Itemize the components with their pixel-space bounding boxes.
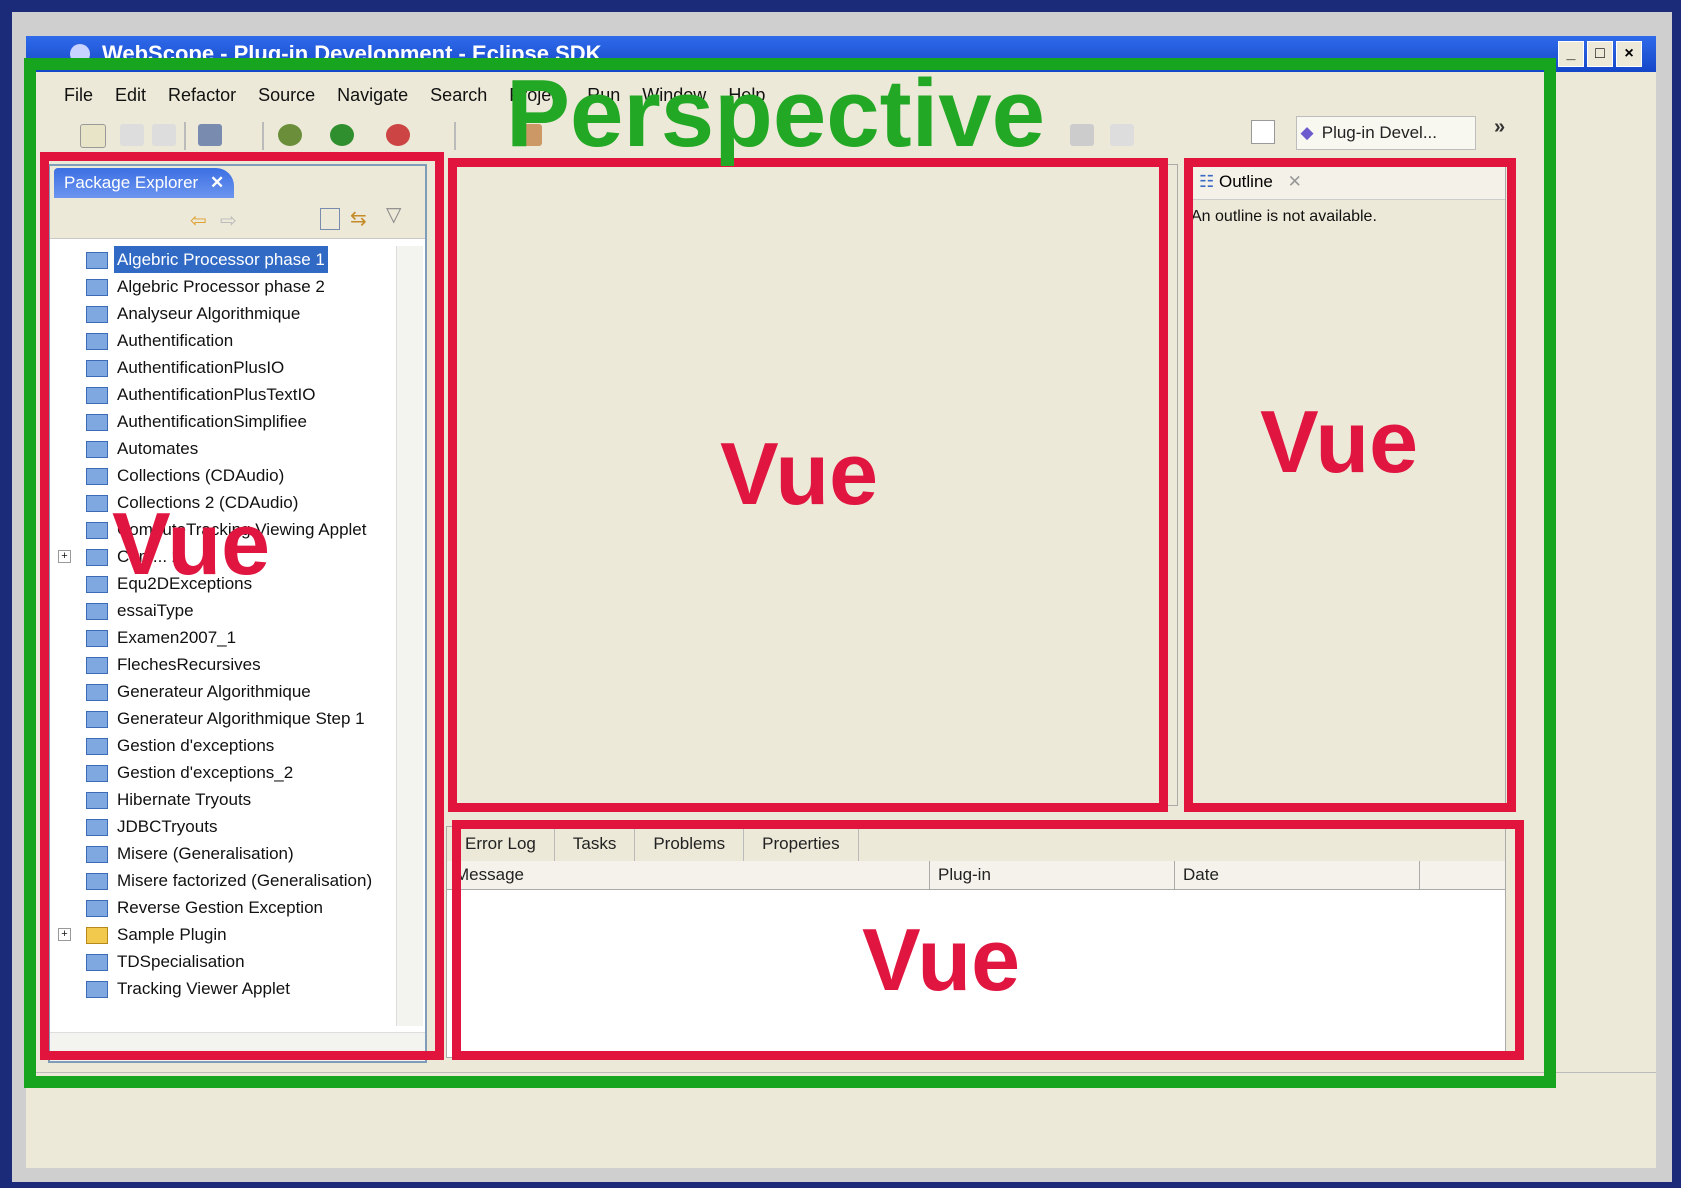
close-button[interactable]: × [1616, 41, 1642, 67]
view-label-left: Vue [112, 494, 271, 593]
perspective-label: Perspective [506, 60, 1046, 167]
view-label-bottom: Vue [862, 910, 1021, 1009]
view-box-left [40, 152, 444, 1060]
view-label-outline: Vue [1260, 392, 1419, 491]
view-label-editor: Vue [720, 424, 879, 523]
maximize-button[interactable]: □ [1587, 41, 1613, 67]
minimize-button[interactable]: _ [1558, 41, 1584, 67]
window-controls: _ □ × [1558, 41, 1642, 67]
